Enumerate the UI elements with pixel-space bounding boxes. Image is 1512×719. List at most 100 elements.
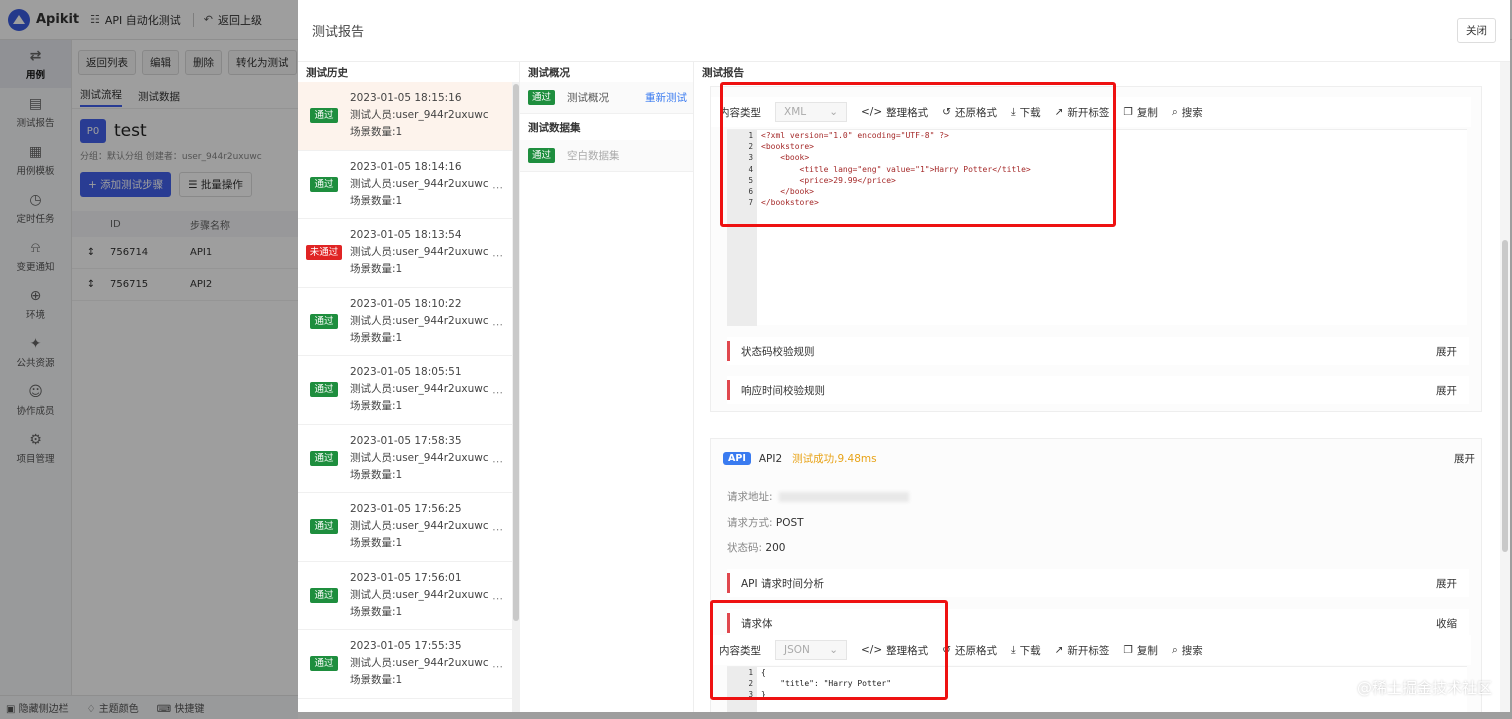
history-time: 2023-01-05 17:55:35 <box>350 640 462 653</box>
history-scrollbar[interactable] <box>512 82 520 712</box>
search-label: 搜索 <box>1181 644 1203 657</box>
more-icon[interactable]: ⋯ <box>492 523 504 536</box>
history-item[interactable]: 通过 2023-01-05 18:10:22 测试人员:user_944r2uxuw… <box>298 288 512 356</box>
history-item[interactable]: 通过 2023-01-05 18:14:16 测试人员:user_944r2uxuw… <box>298 151 512 219</box>
overview-label: 测试概况 <box>567 92 610 104</box>
modal-title: 测试报告 <box>312 25 365 40</box>
history-text: 2023-01-05 18:10:22 测试人员:user_944r2uxuwc 场… <box>350 296 489 347</box>
collapse-link[interactable]: 收缩 <box>1436 616 1457 631</box>
more-icon[interactable]: ⋯ <box>492 592 504 605</box>
history-tester: 测试人员:user_944r2uxuwc <box>350 246 489 259</box>
new-tab-button[interactable]: ↗ 新开标签 <box>1055 643 1110 658</box>
history-count: 场景数量:1 <box>350 674 403 687</box>
history-tester: 测试人员:user_944r2uxuwc <box>350 109 489 122</box>
history-time: 2023-01-05 18:15:16 <box>350 92 462 105</box>
history-list: 通过 2023-01-05 18:15:16 测试人员:user_944r2uxuw… <box>298 82 512 712</box>
history-item[interactable]: 通过 2023-01-05 17:56:01 测试人员:user_944r2uxuw… <box>298 562 512 630</box>
history-item[interactable]: 通过 2023-01-05 18:15:16 测试人员:user_944r2uxuw… <box>298 82 512 151</box>
scroll-thumb[interactable] <box>513 84 519 621</box>
status-badge: 通过 <box>310 519 338 535</box>
dataset-header: 测试数据集 <box>528 121 581 134</box>
status-badge: 未通过 <box>305 245 343 261</box>
badge-cell: 通过 <box>298 656 350 672</box>
history-tester: 测试人员:user_944r2uxuwc <box>350 588 489 601</box>
status-value: 200 <box>765 542 786 554</box>
more-icon[interactable]: ⋯ <box>492 249 504 262</box>
rule-name: 状态码校验规则 <box>741 345 815 358</box>
badge-cell: 通过 <box>298 587 350 603</box>
history-text: 2023-01-05 17:55:35 测试人员:user_944r2uxuwc 场… <box>350 638 489 689</box>
api2-header[interactable]: API API2 测试成功,9.48ms 展开 <box>723 451 1475 466</box>
download-button[interactable]: ⤓ 下载 <box>1011 643 1041 658</box>
status-badge: 通过 <box>310 176 338 192</box>
url-label: 请求地址: <box>727 491 773 503</box>
history-time: 2023-01-05 18:05:51 <box>350 366 462 379</box>
history-column: 测试历史 通过 2023-01-05 18:15:16 测试人员:user_944r… <box>298 62 520 712</box>
history-tester: 测试人员:user_944r2uxuwc <box>350 177 489 190</box>
status-code: 状态码: 200 <box>727 540 785 555</box>
summary-overview-row[interactable]: 通过 测试概况 重新测试 <box>520 82 693 114</box>
copy-button[interactable]: ❐ 复制 <box>1123 643 1157 658</box>
summary-header: 测试概况 <box>528 66 570 79</box>
status-rule-row[interactable]: 状态码校验规则 展开 <box>727 337 1469 365</box>
expand-link[interactable]: 展开 <box>1436 344 1457 359</box>
dataset-row[interactable]: 通过 空白数据集 <box>520 140 693 172</box>
history-count: 场景数量:1 <box>350 400 403 413</box>
api-result: 测试成功,9.48ms <box>792 453 877 465</box>
history-count: 场景数量:1 <box>350 331 403 344</box>
scroll-thumb[interactable] <box>1502 240 1508 552</box>
dataset-label: 空白数据集 <box>567 150 620 162</box>
status-badge: 通过 <box>310 450 338 466</box>
expand-link[interactable]: 展开 <box>1454 451 1475 466</box>
badge-cell: 通过 <box>298 382 350 398</box>
history-item[interactable]: 通过 2023-01-05 18:05:51 测试人员:user_944r2uxuw… <box>298 356 512 425</box>
report-scrollbar[interactable] <box>1500 62 1510 712</box>
rerun-link[interactable]: 重新测试 <box>645 90 687 105</box>
status-badge: 通过 <box>310 108 338 124</box>
time-rule-row[interactable]: 响应时间校验规则 展开 <box>727 376 1469 404</box>
history-item[interactable]: 未通过 2023-01-05 18:13:54 测试人员:user_944r2uxu… <box>298 219 512 288</box>
history-text: 2023-01-05 17:58:35 测试人员:user_944r2uxuwc 场… <box>350 433 489 484</box>
search-button[interactable]: ⌕ 搜索 <box>1172 105 1203 120</box>
summary-column: 测试概况 通过 测试概况 重新测试 测试数据集 通过 空白数据集 <box>520 62 694 712</box>
badge-cell: 通过 <box>298 176 350 192</box>
history-item[interactable]: 通过 2023-01-05 17:55:35 测试人员:user_944r2uxuw… <box>298 630 512 699</box>
more-icon[interactable]: ⋯ <box>492 386 504 399</box>
request-method: 请求方式: POST <box>727 515 804 530</box>
copy-icon: ❐ <box>1123 106 1133 118</box>
test-report-modal: 测试报告 关闭 测试历史 通过 2023-01-05 18:15:16 测试人员:u… <box>298 0 1510 712</box>
history-time: 2023-01-05 17:58:35 <box>350 434 462 447</box>
search-icon: ⌕ <box>1171 643 1178 656</box>
history-time: 2023-01-05 18:10:22 <box>350 297 462 310</box>
external-link-icon: ↗ <box>1054 644 1064 656</box>
copy-button[interactable]: ❐ 复制 <box>1123 105 1157 120</box>
search-button[interactable]: ⌕ 搜索 <box>1172 643 1203 658</box>
close-button[interactable]: 关闭 <box>1457 18 1496 43</box>
new-tab-label: 新开标签 <box>1067 644 1110 657</box>
history-item[interactable]: 通过 2023-01-05 17:58:35 测试人员:user_944r2uxuw… <box>298 425 512 493</box>
history-item[interactable]: 通过 2023-01-05 17:56:25 测试人员:user_944r2uxuw… <box>298 493 512 562</box>
expand-link[interactable]: 展开 <box>1436 383 1457 398</box>
expand-link[interactable]: 展开 <box>1436 576 1457 591</box>
copy-icon: ❐ <box>1123 644 1133 656</box>
badge-cell: 通过 <box>298 108 350 124</box>
search-label: 搜索 <box>1181 106 1203 119</box>
history-count: 场景数量:1 <box>350 468 403 481</box>
more-icon[interactable]: ⋯ <box>492 455 504 468</box>
history-time: 2023-01-05 17:56:25 <box>350 503 462 516</box>
more-icon[interactable]: ⋯ <box>492 318 504 331</box>
restore-button[interactable]: ↺ 还原格式 <box>942 643 997 658</box>
status-badge: 通过 <box>528 90 556 105</box>
more-icon[interactable]: ⋯ <box>492 660 504 673</box>
status-badge: 通过 <box>310 656 338 672</box>
timing-row[interactable]: API 请求时间分析 展开 <box>727 569 1469 597</box>
highlight-box <box>720 82 1116 227</box>
copy-label: 复制 <box>1136 644 1158 657</box>
download-icon: ⤓ <box>1010 643 1016 656</box>
more-icon[interactable]: ⋯ <box>492 181 504 194</box>
highlight-box <box>710 600 948 700</box>
api-name: API2 <box>758 452 783 465</box>
status-badge: 通过 <box>528 148 556 163</box>
search-icon: ⌕ <box>1171 105 1178 118</box>
history-tester: 测试人员:user_944r2uxuwc <box>350 520 489 533</box>
